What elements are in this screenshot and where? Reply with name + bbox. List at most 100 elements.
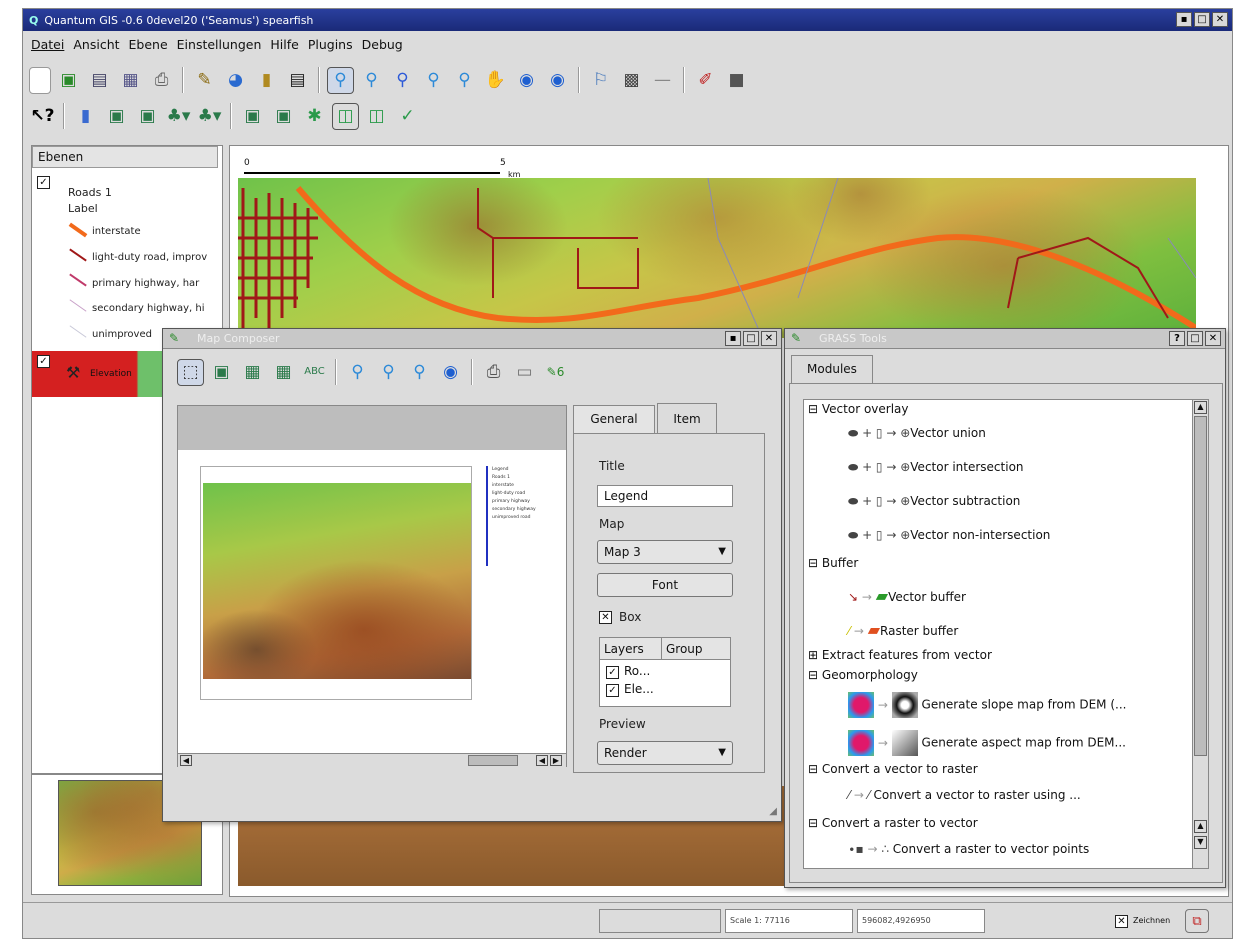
map-select[interactable]: Map 3 ▼ xyxy=(597,540,733,564)
menu-plugins[interactable]: Plugins xyxy=(308,37,353,52)
grass-maximize-button[interactable]: □ xyxy=(1187,331,1203,346)
module-raster-to-vector-points[interactable]: ∙▪ → ∴ Convert a raster to vector points xyxy=(848,842,1089,856)
layer-row-checkbox[interactable]: ✓ xyxy=(606,684,619,697)
select-move-icon[interactable]: ⬚ xyxy=(177,358,204,386)
scroll-thumb[interactable] xyxy=(468,755,518,766)
zoom-in-icon[interactable]: ⚲ xyxy=(327,66,354,94)
save-as-icon[interactable]: ▦ xyxy=(117,67,144,94)
scroll-left-icon[interactable]: ◀ xyxy=(536,755,548,766)
composer-horizontal-scrollbar[interactable]: ◀ ◀ ▶ xyxy=(178,753,566,767)
add-vector-legend-icon[interactable]: ▦ xyxy=(239,359,266,386)
zoom-layer-icon[interactable]: ⚲ xyxy=(451,67,478,94)
resize-grip-icon[interactable]: ◢ xyxy=(769,806,777,817)
zoom-previous-icon[interactable]: ◉ xyxy=(513,67,540,94)
measure-line-icon[interactable]: — xyxy=(649,67,676,94)
scroll-up-icon[interactable]: ▲ xyxy=(1194,401,1207,414)
module-vector-to-raster[interactable]: ⁄ → ⁄ Convert a vector to raster using .… xyxy=(848,788,1081,802)
save-project-icon[interactable]: ▤ xyxy=(86,67,113,94)
composer-legend-item[interactable]: Legend Roads 1 interstate light-duty roa… xyxy=(486,466,562,566)
grass-raster-icon[interactable]: ▣ xyxy=(270,103,297,130)
scroll-down-icon[interactable]: ▼ xyxy=(1194,836,1207,849)
identify-icon[interactable]: ⚐ xyxy=(587,67,614,94)
composer-print-icon[interactable]: ⎙ xyxy=(480,359,507,386)
zoom-full-icon[interactable]: ⚲ xyxy=(389,67,416,94)
module-raster-buffer[interactable]: ⁄ → ▰Raster buffer xyxy=(848,620,958,639)
scroll-right-icon[interactable]: ▶ xyxy=(550,755,562,766)
composer-minimize-button[interactable]: ▪ xyxy=(725,331,741,346)
menu-einstellungen[interactable]: Einstellungen xyxy=(177,37,262,52)
export-svg-icon[interactable]: ✎6 xyxy=(542,359,569,386)
grass-display-region-icon[interactable]: ◫ xyxy=(332,102,359,130)
map-tips-icon[interactable]: ⧉ xyxy=(1185,909,1209,933)
composer-zoom-in-icon[interactable]: ⚲ xyxy=(375,359,402,386)
module-aspect-map[interactable]: → Generate aspect map from DEM... xyxy=(848,730,1126,756)
refresh-icon[interactable]: ◉ xyxy=(544,67,571,94)
grass-tools-icon[interactable]: ✱ xyxy=(301,103,328,130)
scroll-left-icon[interactable]: ◀ xyxy=(180,755,192,766)
grass-close-button[interactable]: ✕ xyxy=(1205,331,1221,346)
add-postgis-icon[interactable]: ▮ xyxy=(253,67,280,94)
export-image-icon[interactable]: ▭ xyxy=(511,359,538,386)
scale-display[interactable]: Scale 1: 77116 xyxy=(725,909,853,933)
grass-region-icon[interactable]: ♣▾ xyxy=(165,103,192,130)
module-vector-intersection[interactable]: ⬬ + ▯ → ⊕Vector intersection xyxy=(848,460,1024,475)
layer-elevation-checkbox[interactable]: ✓ xyxy=(37,355,50,368)
whats-this-icon[interactable]: ↖? xyxy=(29,103,56,130)
box-checkbox[interactable]: ✕ xyxy=(599,611,612,624)
layer-roads-name[interactable]: Roads 1 xyxy=(68,186,112,199)
column-header-layers[interactable]: Layers xyxy=(600,638,662,660)
grass-edit-icon[interactable]: ♣▾ xyxy=(196,103,223,130)
grass-new-vector-icon[interactable]: ▣ xyxy=(239,103,266,130)
composer-maximize-button[interactable]: □ xyxy=(743,331,759,346)
tab-modules[interactable]: Modules xyxy=(791,355,873,383)
select-features-icon[interactable]: ▩ xyxy=(618,67,645,94)
module-vector-union[interactable]: ⬬ + ▯ → ⊕Vector union xyxy=(848,426,986,441)
module-slope-map[interactable]: → Generate slope map from DEM (... xyxy=(848,692,1126,718)
composer-close-button[interactable]: ✕ xyxy=(761,331,777,346)
tree-group-raster-to-vector[interactable]: ⊟ Convert a raster to vector xyxy=(808,816,978,830)
new-project-icon[interactable] xyxy=(29,66,51,94)
layer-roads-checkbox[interactable]: ✓ xyxy=(37,176,50,189)
zoom-out-icon[interactable]: ⚲ xyxy=(358,67,385,94)
add-raster-layer-icon[interactable]: ◕ xyxy=(222,67,249,94)
title-input[interactable]: Legend xyxy=(597,485,733,507)
minimize-button[interactable]: ▪ xyxy=(1176,12,1192,27)
add-map-icon[interactable]: ▣ xyxy=(208,359,235,386)
pan-icon[interactable]: ✋ xyxy=(482,67,509,94)
grass-digitize-icon[interactable]: ✓ xyxy=(394,103,421,130)
tab-item[interactable]: Item xyxy=(657,403,717,433)
composer-map-item[interactable] xyxy=(203,483,471,679)
layer-row-checkbox[interactable]: ✓ xyxy=(606,666,619,679)
tab-general[interactable]: General xyxy=(573,405,655,433)
map-composer-icon[interactable]: ■ xyxy=(723,67,750,94)
composer-canvas[interactable]: Legend Roads 1 interstate light-duty roa… xyxy=(177,405,567,767)
close-button[interactable]: ✕ xyxy=(1212,12,1228,27)
column-header-group[interactable]: Group xyxy=(662,638,730,660)
tree-group-vector-overlay[interactable]: ⊟ Vector overlay xyxy=(808,402,909,416)
menu-datei[interactable]: Datei xyxy=(31,37,64,52)
scroll-thumb[interactable] xyxy=(1194,416,1207,756)
grass-edit-region-icon[interactable]: ◫ xyxy=(363,103,390,130)
grass-mapset-icon[interactable]: ▮ xyxy=(72,103,99,130)
preview-select[interactable]: Render ▼ xyxy=(597,741,733,765)
menu-debug[interactable]: Debug xyxy=(362,37,403,52)
composer-refresh-icon[interactable]: ◉ xyxy=(437,359,464,386)
tree-group-buffer[interactable]: ⊟ Buffer xyxy=(808,556,858,570)
menu-hilfe[interactable]: Hilfe xyxy=(270,37,298,52)
zoom-select-icon[interactable]: ⚲ xyxy=(420,67,447,94)
composer-zoom-out-icon[interactable]: ⚲ xyxy=(406,359,433,386)
print-icon[interactable]: ⎙ xyxy=(148,67,175,94)
vertical-scrollbar[interactable]: ▲ ▲ ▼ xyxy=(1192,400,1208,868)
capture-icon[interactable]: ✐ xyxy=(692,67,719,94)
menu-ansicht[interactable]: Ansicht xyxy=(73,37,119,52)
add-label-icon[interactable]: ABC xyxy=(301,359,328,386)
module-vector-buffer[interactable]: ↘ → ▰Vector buffer xyxy=(848,586,966,605)
module-vector-subtraction[interactable]: ⬬ + ▯ → ⊕Vector subtraction xyxy=(848,494,1020,509)
tree-group-extract-features[interactable]: ⊞ Extract features from vector xyxy=(808,648,992,662)
font-button[interactable]: Font xyxy=(597,573,733,597)
menu-ebene[interactable]: Ebene xyxy=(129,37,168,52)
scroll-up-icon[interactable]: ▲ xyxy=(1194,820,1207,833)
composer-zoom-full-icon[interactable]: ⚲ xyxy=(344,359,371,386)
add-raster-legend-icon[interactable]: ▦ xyxy=(270,359,297,386)
module-vector-non-intersection[interactable]: ⬬ + ▯ → ⊕Vector non-intersection xyxy=(848,528,1050,543)
